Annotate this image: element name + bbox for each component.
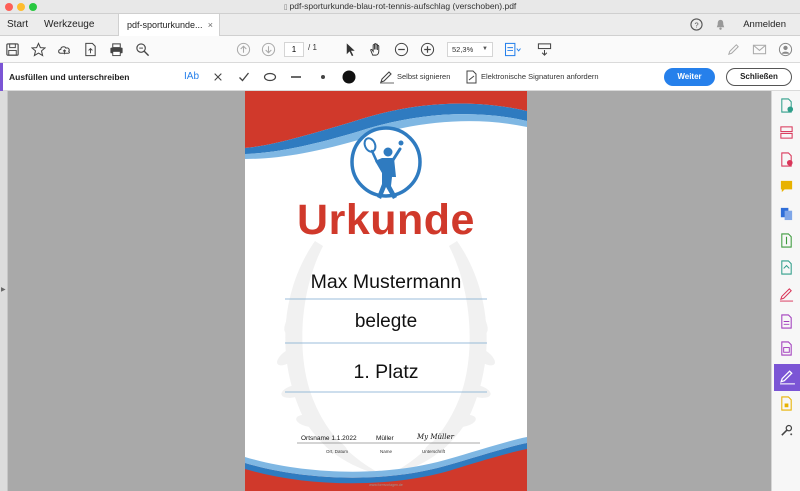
tab-start[interactable]: Start [7,14,28,36]
bell-icon[interactable] [714,18,727,31]
bookmark-star-icon[interactable] [31,42,46,57]
scan-ocr-icon[interactable] [779,260,794,275]
check-mark-icon[interactable] [238,70,250,84]
save-icon[interactable] [5,42,20,57]
mail-icon[interactable] [752,42,767,57]
window-title: ▯ pdf-sporturkunde-blau-rot-tennis-aufsc… [283,1,517,11]
tab-document[interactable]: pdf-sporturkunde... × [118,14,220,36]
certificate-heading: Urkunde [297,196,475,244]
file-upload-icon[interactable] [83,42,98,57]
tab-bar: Start Werkzeuge pdf-sporturkunde... × ? … [0,14,800,36]
expand-arrow-icon[interactable]: ▶ [1,286,6,293]
self-sign-button[interactable]: Selbst signieren [397,63,450,91]
sign-pen-icon[interactable] [726,42,741,57]
fill-sign-toolbar: Ausfüllen und unterschreiben IAb Selbst … [0,63,800,91]
tennis-player-icon [350,126,422,199]
fill-sign-title: Ausfüllen und unterschreiben [9,72,130,82]
comment-icon[interactable] [779,179,794,194]
fill-sign-accent [0,63,3,91]
print-icon[interactable] [109,42,124,57]
next-page-icon[interactable] [261,42,276,57]
page-fit-icon[interactable] [503,42,523,57]
right-tools-panel [771,91,800,491]
login-link[interactable]: Anmelden [743,14,786,36]
tab-close-icon[interactable]: × [208,14,213,36]
next-button[interactable]: Weiter [664,68,715,86]
hand-tool-icon[interactable] [368,42,383,57]
account-icon[interactable] [778,42,793,57]
request-signatures-button[interactable]: Elektronische Signaturen anfordern [481,63,599,91]
close-button[interactable]: Schließen [726,68,792,86]
fill-sign-tool-active[interactable] [774,364,800,391]
recipient-name[interactable]: Max Mustermann [245,271,527,294]
color-picker-icon[interactable] [341,69,357,85]
fill-sign-icon [780,370,795,385]
cross-mark-icon[interactable] [213,70,223,84]
place-date-value[interactable]: Ortsname 1.1.2022 [301,435,357,442]
create-pdf-icon[interactable] [779,98,794,113]
add-text-tool[interactable]: IAb [184,70,202,84]
export-pdf-icon[interactable] [779,152,794,167]
help-icon[interactable]: ? [690,18,703,31]
dot-icon[interactable] [316,70,330,84]
main-toolbar: 1 / 1 52,3% ▼ [0,36,800,63]
prepare-form-icon[interactable] [779,341,794,356]
zoom-in-icon[interactable] [420,42,435,57]
tab-document-label: pdf-sporturkunde... [127,20,203,30]
protect-pdf-icon[interactable] [779,396,794,411]
line-icon[interactable] [289,70,303,84]
previous-page-icon[interactable] [236,42,251,57]
edit-pen-icon[interactable] [779,287,794,302]
more-tools-icon[interactable] [779,423,794,438]
left-panel-collapsed[interactable]: ▶ [0,91,8,491]
page-total: / 1 [308,43,317,52]
tab-tools[interactable]: Werkzeuge [44,14,94,36]
ellipse-icon[interactable] [263,70,277,84]
organize-pages-icon[interactable] [779,125,794,140]
page-number-input[interactable]: 1 [284,42,304,57]
edit-pdf-icon[interactable] [779,314,794,329]
compress-pdf-icon[interactable] [779,233,794,248]
zoom-search-icon[interactable] [135,42,150,57]
combine-files-icon[interactable] [779,206,794,221]
signature-script[interactable]: My Müller [417,433,454,441]
select-cursor-icon[interactable] [343,42,358,57]
name-label: Name [380,449,393,454]
request-signature-icon[interactable] [465,70,478,84]
svg-text:?: ? [694,20,698,29]
zoom-level-value: 52,3% [452,45,474,54]
window-titlebar: ▯ pdf-sporturkunde-blau-rot-tennis-aufsc… [0,0,800,14]
signer-name-value[interactable]: Müller [376,435,394,442]
footer-url: www.formvorlagen.de [369,483,403,487]
cloud-upload-icon[interactable] [57,42,72,57]
zoom-out-icon[interactable] [394,42,409,57]
signature-label: Unterschrift [422,449,446,454]
pdf-page: Urkunde Max Mustermann belegte 1. Platz … [245,91,527,491]
place-date-label: Ort, Datum [326,449,349,454]
zoom-level-select[interactable]: 52,3% ▼ [447,42,493,57]
placement-text[interactable]: 1. Platz [245,361,527,384]
self-sign-pen-icon[interactable] [379,70,395,84]
achieved-text: belegte [354,311,418,332]
add-text-label: Ab [186,71,200,82]
chevron-down-icon: ▼ [482,46,488,52]
scroll-mode-icon[interactable] [537,42,552,57]
